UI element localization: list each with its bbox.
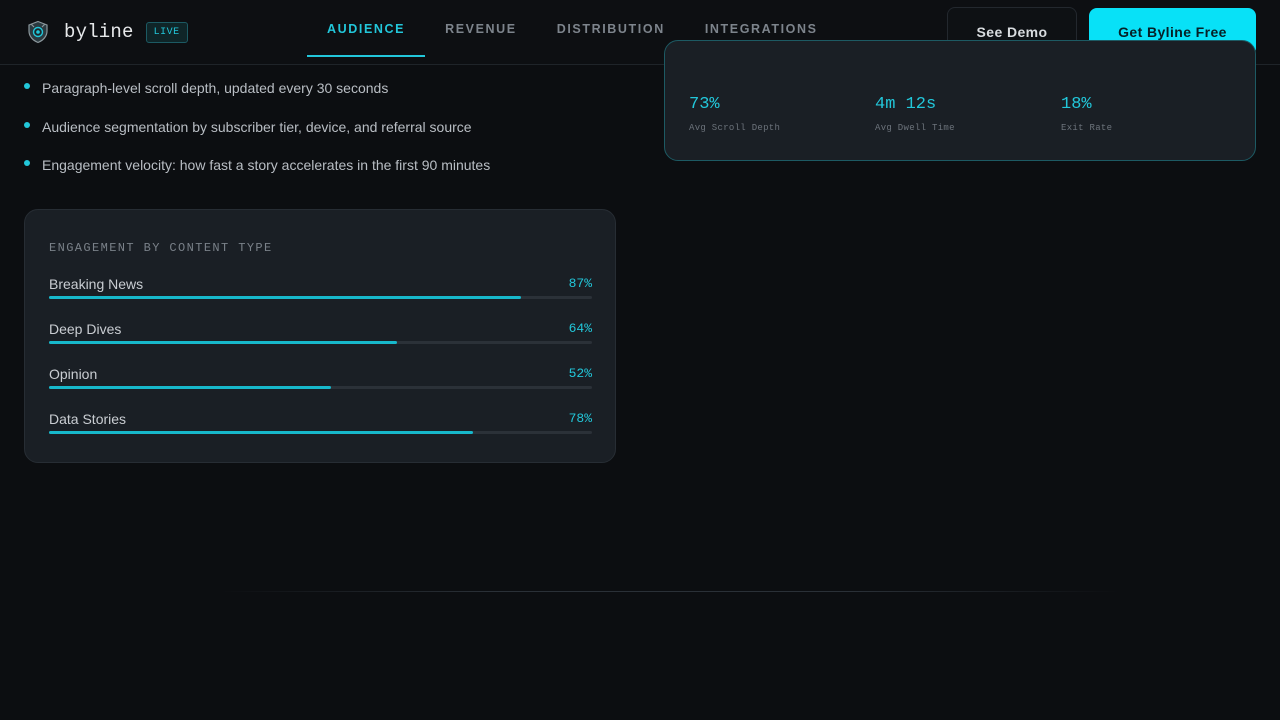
engagement-percent: 52% bbox=[568, 366, 592, 381]
engagement-bar-fill bbox=[49, 341, 397, 344]
stat-dwell-time: 4m 12s Avg Dwell Time bbox=[875, 95, 955, 133]
engagement-title: ENGAGEMENT BY CONTENT TYPE bbox=[49, 241, 273, 255]
bullet-dot-icon bbox=[24, 160, 30, 166]
brand[interactable]: byline LIVE bbox=[26, 18, 188, 46]
stat-value: 4m 12s bbox=[875, 95, 937, 114]
stat-value: 18% bbox=[1061, 95, 1092, 114]
engagement-label: Opinion bbox=[49, 366, 98, 382]
engagement-row: Opinion 52% bbox=[49, 366, 592, 396]
engagement-bar-track bbox=[49, 431, 592, 434]
bullet-dot-icon bbox=[24, 121, 30, 128]
feature-list: Paragraph-level scroll depth, updated ev… bbox=[24, 78, 624, 194]
engagement-label: Breaking News bbox=[49, 276, 144, 292]
feature-item: Audience segmentation by subscriber tier… bbox=[24, 117, 624, 156]
engagement-row: Deep Dives 64% bbox=[49, 321, 592, 351]
section-divider bbox=[220, 591, 1120, 592]
stat-label: Exit Rate bbox=[1061, 123, 1113, 133]
engagement-percent: 87% bbox=[568, 276, 592, 291]
stat-label: Avg Scroll Depth bbox=[689, 123, 781, 133]
tab-audience[interactable]: AUDIENCE bbox=[307, 0, 426, 57]
engagement-label: Data Stories bbox=[49, 411, 127, 427]
engagement-bar-track bbox=[49, 296, 592, 299]
engagement-row: Breaking News 87% bbox=[49, 276, 592, 306]
engagement-bar-fill bbox=[49, 386, 332, 389]
stat-scroll-depth: 73% Avg Scroll Depth bbox=[689, 95, 780, 133]
stat-exit-rate: 18% Exit Rate bbox=[1061, 95, 1112, 133]
engagement-row: Data Stories 78% bbox=[49, 411, 592, 441]
engagement-percent: 64% bbox=[568, 321, 592, 336]
engagement-bar-track bbox=[49, 341, 592, 344]
live-badge: LIVE bbox=[145, 21, 188, 43]
engagement-bar-fill bbox=[49, 431, 473, 434]
engagement-card: ENGAGEMENT BY CONTENT TYPE Breaking News… bbox=[24, 209, 616, 463]
tab-revenue[interactable]: REVENUE bbox=[425, 0, 537, 57]
tab-distribution[interactable]: DISTRIBUTION bbox=[537, 0, 685, 57]
shield-eye-icon bbox=[28, 20, 48, 44]
brand-name: byline bbox=[64, 21, 134, 43]
stat-value: 73% bbox=[689, 95, 720, 114]
feature-item: Paragraph-level scroll depth, updated ev… bbox=[24, 78, 624, 117]
engagement-bar-fill bbox=[49, 296, 522, 299]
feature-text: Audience segmentation by subscriber tier… bbox=[42, 118, 472, 135]
feature-item: Engagement velocity: how fast a story ac… bbox=[24, 155, 624, 194]
feature-text: Engagement velocity: how fast a story ac… bbox=[42, 157, 491, 173]
reading-stats-card: 73% Avg Scroll Depth 4m 12s Avg Dwell Ti… bbox=[664, 40, 1256, 161]
engagement-bar-track bbox=[49, 386, 592, 389]
stat-label: Avg Dwell Time bbox=[875, 123, 955, 133]
engagement-percent: 78% bbox=[568, 411, 592, 426]
bullet-dot-icon bbox=[24, 83, 30, 89]
feature-text: Paragraph-level scroll depth, updated ev… bbox=[42, 80, 389, 96]
engagement-label: Deep Dives bbox=[49, 321, 122, 337]
